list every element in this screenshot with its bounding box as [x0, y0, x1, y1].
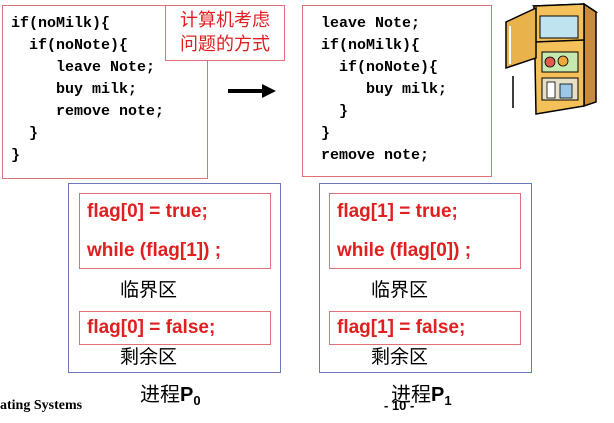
code-line: leave Note; [11, 59, 156, 76]
code-line: if(noNote){ [11, 37, 129, 54]
code-line: leave Note; [321, 15, 421, 32]
right-code-box: leave Note; if(noMilk){ if(noNote){ buy … [302, 5, 492, 177]
exit-statement: flag[1] = false; [337, 317, 466, 338]
callout-line: 计算机考虑 [180, 10, 270, 31]
exit-statement: flag[0] = false; [87, 317, 216, 338]
process-title-sub: 0 [193, 393, 201, 408]
code-line: } [11, 125, 39, 142]
process-title-sub: 1 [444, 393, 452, 408]
critical-section-label: 临界区 [120, 279, 178, 301]
code-line: } [11, 147, 21, 164]
entry-statement: flag[1] = true; [337, 201, 458, 222]
remainder-section-label: 剩余区 [371, 346, 429, 368]
process-title-en: P [431, 384, 445, 406]
code-line: remove note; [11, 103, 165, 120]
code-line: if(noMilk){ [321, 37, 421, 54]
code-line: } [321, 125, 331, 142]
footer-page-number: - 10 - [384, 398, 415, 413]
callout-note: 计算机考虑 问题的方式 [165, 5, 285, 61]
footer-course-name: ating Systems [0, 398, 83, 413]
process-title-en: P [180, 384, 194, 406]
code-line: buy milk; [321, 81, 448, 98]
callout-line: 问题的方式 [180, 34, 270, 55]
process-0-title: 进程P0 [140, 382, 201, 413]
process-title-cn: 进程 [140, 382, 180, 406]
code-line: } [321, 103, 349, 120]
entry-statement: while (flag[1]) ; [87, 240, 222, 261]
code-line: if(noNote){ [321, 59, 439, 76]
critical-section-label: 临界区 [371, 279, 429, 301]
entry-statement: flag[0] = true; [87, 201, 208, 222]
entry-statement: while (flag[0]) ; [337, 240, 472, 261]
refrigerator-icon [505, 2, 599, 115]
remainder-section-label: 剩余区 [120, 346, 178, 368]
right-arrow-icon [228, 84, 276, 98]
code-line: remove note; [321, 147, 430, 164]
code-line: if(noMilk){ [11, 15, 111, 32]
code-line: buy milk; [11, 81, 138, 98]
